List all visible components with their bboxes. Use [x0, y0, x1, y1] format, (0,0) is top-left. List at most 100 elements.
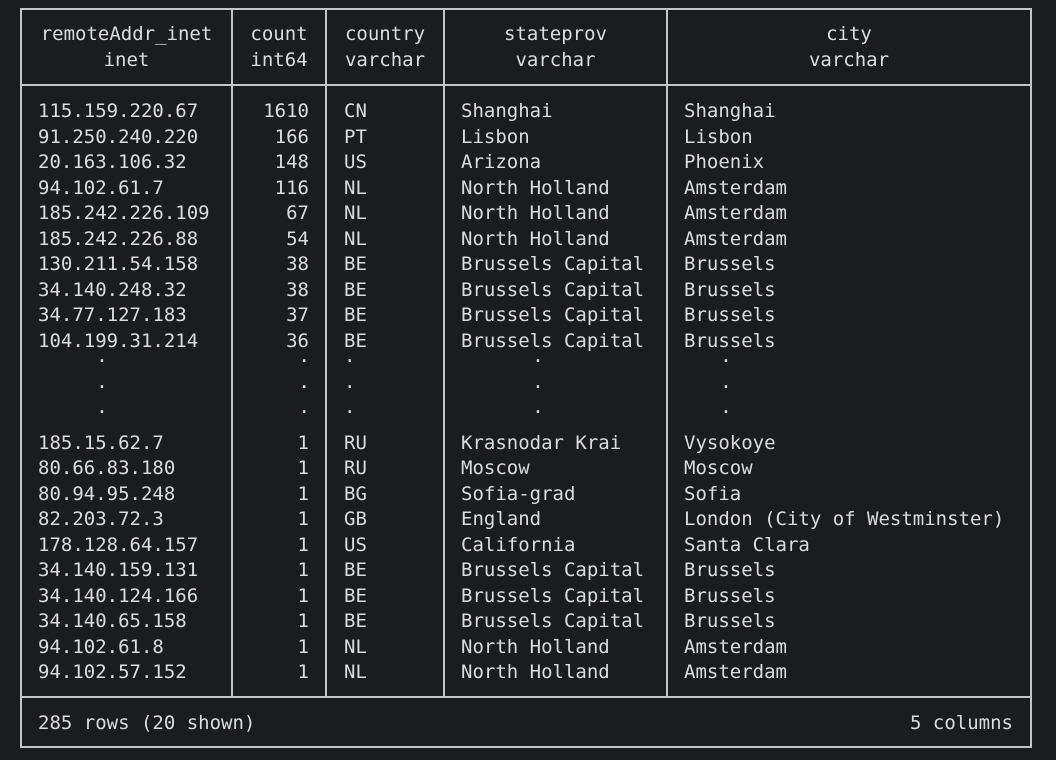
cell-stateprov: North Holland	[461, 176, 610, 199]
cell-country: CN	[344, 100, 367, 122]
cell-remoteaddr: 34.77.127.183	[38, 304, 187, 326]
cell-city: London (City of Westminster)	[684, 508, 1005, 530]
cell-count: 38	[286, 253, 309, 275]
cell-city: Shanghai	[684, 100, 776, 122]
cell-count: 148	[274, 151, 309, 173]
cell-remoteaddr: 91.250.240.220	[38, 125, 199, 148]
cell-country: BG	[344, 482, 367, 505]
cell-country: BE	[344, 584, 367, 607]
cell-country: NL	[344, 227, 367, 250]
cell-country: BE	[344, 304, 367, 326]
cell-stateprov: Arizona	[461, 151, 542, 173]
cell-city: Moscow	[684, 457, 753, 479]
header-country-type: varchar	[344, 49, 426, 71]
cell-remoteaddr: 20.163.106.32	[38, 151, 187, 173]
ellipsis-dot: .	[298, 370, 310, 393]
ellipsis-dot: .	[298, 396, 310, 418]
cell-city: Brussels	[684, 610, 776, 632]
cell-stateprov: Brussels Capital	[461, 610, 645, 632]
cell-stateprov: England	[461, 508, 542, 530]
cell-count: 116	[274, 176, 309, 199]
cell-count: 1	[297, 584, 309, 607]
cell-remoteaddr: 34.140.65.158	[38, 610, 187, 632]
cell-stateprov: North Holland	[461, 635, 610, 658]
cell-remoteaddr: 185.242.226.109	[38, 202, 210, 224]
cell-count: 166	[274, 125, 309, 148]
header-city-name: city	[826, 23, 872, 45]
cell-country: GB	[344, 508, 367, 530]
ellipsis-dot: .	[720, 396, 732, 418]
cell-remoteaddr: 94.102.57.152	[38, 661, 187, 683]
cell-city: Vysokoye	[684, 431, 776, 454]
cell-stateprov: Krasnodar Krai	[461, 431, 622, 454]
ellipsis-dot: .	[532, 345, 544, 367]
cell-remoteaddr: 34.140.248.32	[38, 278, 187, 301]
cell-country: BE	[344, 610, 367, 632]
column-separator-3	[443, 8, 445, 698]
cell-count: 1	[297, 431, 309, 454]
cell-remoteaddr: 80.66.83.180	[38, 457, 176, 479]
cell-stateprov: Brussels Capital	[461, 559, 645, 581]
cell-stateprov: Brussels Capital	[461, 329, 645, 352]
header-country-name: country	[344, 23, 426, 45]
cell-remoteaddr: 130.211.54.158	[38, 253, 199, 275]
footer-column-count: 5 columns	[910, 712, 1013, 734]
cell-city: Brussels	[684, 584, 776, 607]
ellipsis-dot: .	[532, 370, 544, 393]
cell-count: 1	[297, 457, 309, 479]
cell-country: US	[344, 533, 367, 556]
cell-stateprov: Sofia-grad	[461, 482, 576, 505]
table-border-right	[1030, 8, 1032, 748]
ellipsis-dot: .	[344, 345, 356, 367]
header-stateprov-name: stateprov	[504, 23, 607, 45]
cell-stateprov: Lisbon	[461, 125, 530, 148]
cell-country: NL	[344, 635, 367, 658]
cell-remoteaddr: 178.128.64.157	[38, 533, 199, 556]
cell-country: NL	[344, 176, 367, 199]
footer-row-count: 285 rows (20 shown)	[38, 712, 256, 734]
header-count-type: int64	[250, 49, 308, 71]
ellipsis-dot: .	[720, 370, 732, 393]
cell-stateprov: Brussels Capital	[461, 278, 645, 301]
header-remoteaddr-name: remoteAddr_inet	[40, 23, 213, 45]
cell-remoteaddr: 34.140.124.166	[38, 584, 199, 607]
cell-city: Brussels	[684, 304, 776, 326]
table-border-bottom	[20, 746, 1032, 748]
cell-city: Phoenix	[684, 151, 765, 173]
ellipsis-dot: .	[344, 370, 356, 393]
cell-city: Sofia	[684, 482, 742, 505]
cell-country: BE	[344, 559, 367, 581]
cell-remoteaddr: 115.159.220.67	[38, 100, 199, 122]
cell-city: Santa Clara	[684, 533, 810, 556]
cell-count: 1	[297, 508, 309, 530]
cell-remoteaddr: 82.203.72.3	[38, 508, 164, 530]
cell-count: 1	[297, 482, 309, 505]
header-city-type: varchar	[808, 49, 890, 71]
cell-count: 54	[286, 227, 309, 250]
ellipsis-dot: .	[96, 396, 108, 418]
cell-remoteaddr: 94.102.61.8	[38, 635, 164, 658]
cell-city: Amsterdam	[684, 635, 787, 658]
cell-country: BE	[344, 278, 367, 301]
cell-country: RU	[344, 457, 367, 479]
cell-stateprov: Moscow	[461, 457, 530, 479]
cell-country: US	[344, 151, 367, 173]
cell-stateprov: California	[461, 533, 576, 556]
cell-count: 37	[286, 304, 309, 326]
cell-count: 1	[297, 610, 309, 632]
cell-stateprov: North Holland	[461, 661, 610, 683]
cell-count: 67	[286, 202, 309, 224]
cell-city: Amsterdam	[684, 202, 787, 224]
cell-city: Brussels	[684, 559, 776, 581]
cell-country: NL	[344, 661, 367, 683]
cell-country: BE	[344, 329, 367, 352]
ellipsis-dot: .	[532, 396, 544, 418]
header-remoteaddr-type: inet	[103, 49, 150, 71]
cell-count: 1610	[263, 100, 309, 122]
cell-city: Brussels	[684, 253, 776, 275]
cell-remoteaddr: 94.102.61.7	[38, 176, 164, 199]
cell-city: Brussels	[684, 278, 776, 301]
cell-stateprov: Brussels Capital	[461, 253, 645, 275]
cell-stateprov: North Holland	[461, 202, 610, 224]
table-border-header-sep	[20, 84, 1032, 86]
